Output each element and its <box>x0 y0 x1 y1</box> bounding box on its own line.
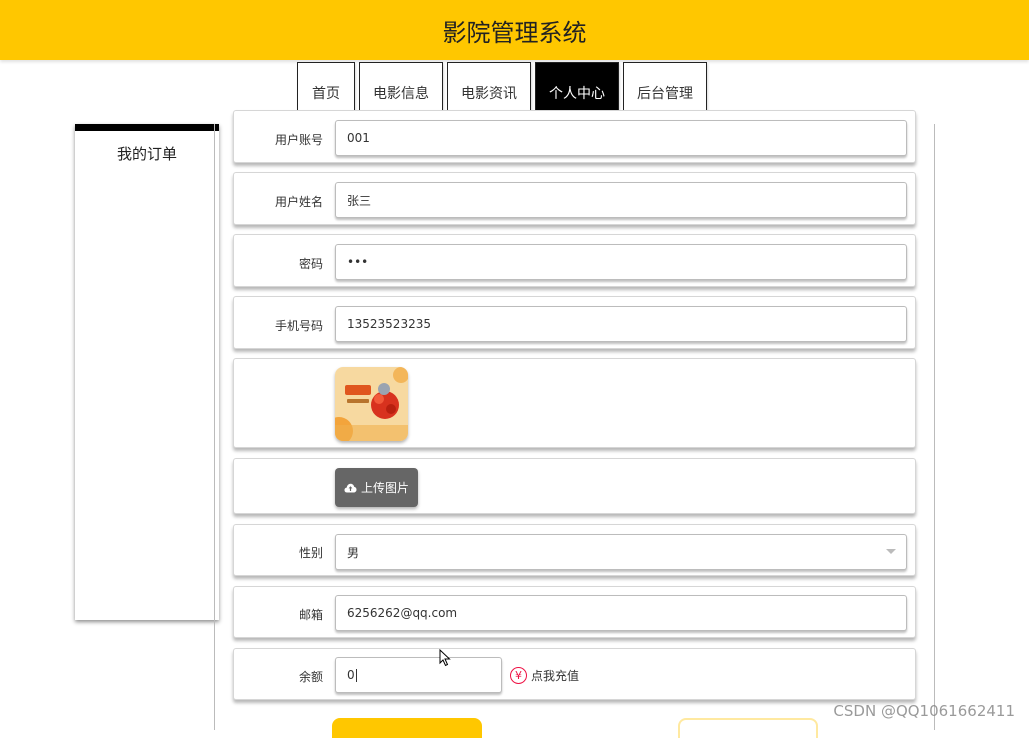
submit-button[interactable] <box>332 718 482 738</box>
phone-field[interactable]: 13523523235 <box>335 306 907 342</box>
mouse-cursor-icon <box>439 649 451 667</box>
chevron-down-icon <box>886 549 896 554</box>
form-row-upload: 上传图片 <box>233 458 916 514</box>
balance-value: 0 <box>347 668 355 682</box>
password-field[interactable]: ••• <box>335 244 907 280</box>
upload-button-label: 上传图片 <box>360 481 409 495</box>
gender-select[interactable]: 男 <box>335 534 907 570</box>
form-row-avatar <box>233 358 916 448</box>
form-row-balance: 余额 0 ¥ 点我充值 <box>233 648 916 700</box>
text-caret <box>355 668 357 682</box>
watermark: CSDN @QQ1061662411 <box>833 702 1015 720</box>
yen-icon: ¥ <box>510 667 527 684</box>
avatar-image[interactable] <box>335 367 408 441</box>
gender-value: 男 <box>347 545 360 560</box>
account-field[interactable]: 001 <box>335 120 907 156</box>
header-bar: 影院管理系统 <box>0 0 1029 60</box>
email-field[interactable]: 6256262@qq.com <box>335 595 907 631</box>
avatar-picture <box>335 367 408 441</box>
name-field[interactable]: 张三 <box>335 182 907 218</box>
form-row-name: 用户姓名 张三 <box>233 172 916 225</box>
balance-field[interactable]: 0 <box>335 657 502 693</box>
form-row-phone: 手机号码 13523523235 <box>233 296 916 349</box>
account-label: 用户账号 <box>274 133 323 147</box>
sidebar-item-my-orders[interactable]: 我的订单 <box>75 143 219 164</box>
sidebar: 我的订单 <box>75 124 219 620</box>
balance-label: 余额 <box>298 670 323 684</box>
gender-label: 性别 <box>298 546 323 560</box>
phone-label: 手机号码 <box>274 319 323 333</box>
app-title: 影院管理系统 <box>442 18 587 47</box>
secondary-button[interactable] <box>678 718 818 738</box>
name-label: 用户姓名 <box>274 195 323 209</box>
password-label: 密码 <box>298 257 323 271</box>
cloud-upload-icon <box>344 483 357 492</box>
form-row-gender: 性别 男 <box>233 524 916 576</box>
form-row-email: 邮箱 6256262@qq.com <box>233 586 916 638</box>
email-label: 邮箱 <box>298 608 323 622</box>
recharge-link[interactable]: ¥ 点我充值 <box>510 667 579 684</box>
recharge-label: 点我充值 <box>531 669 580 683</box>
form-row-password: 密码 ••• <box>233 234 916 287</box>
form-row-account: 用户账号 001 <box>233 110 916 163</box>
upload-image-button[interactable]: 上传图片 <box>335 468 418 507</box>
